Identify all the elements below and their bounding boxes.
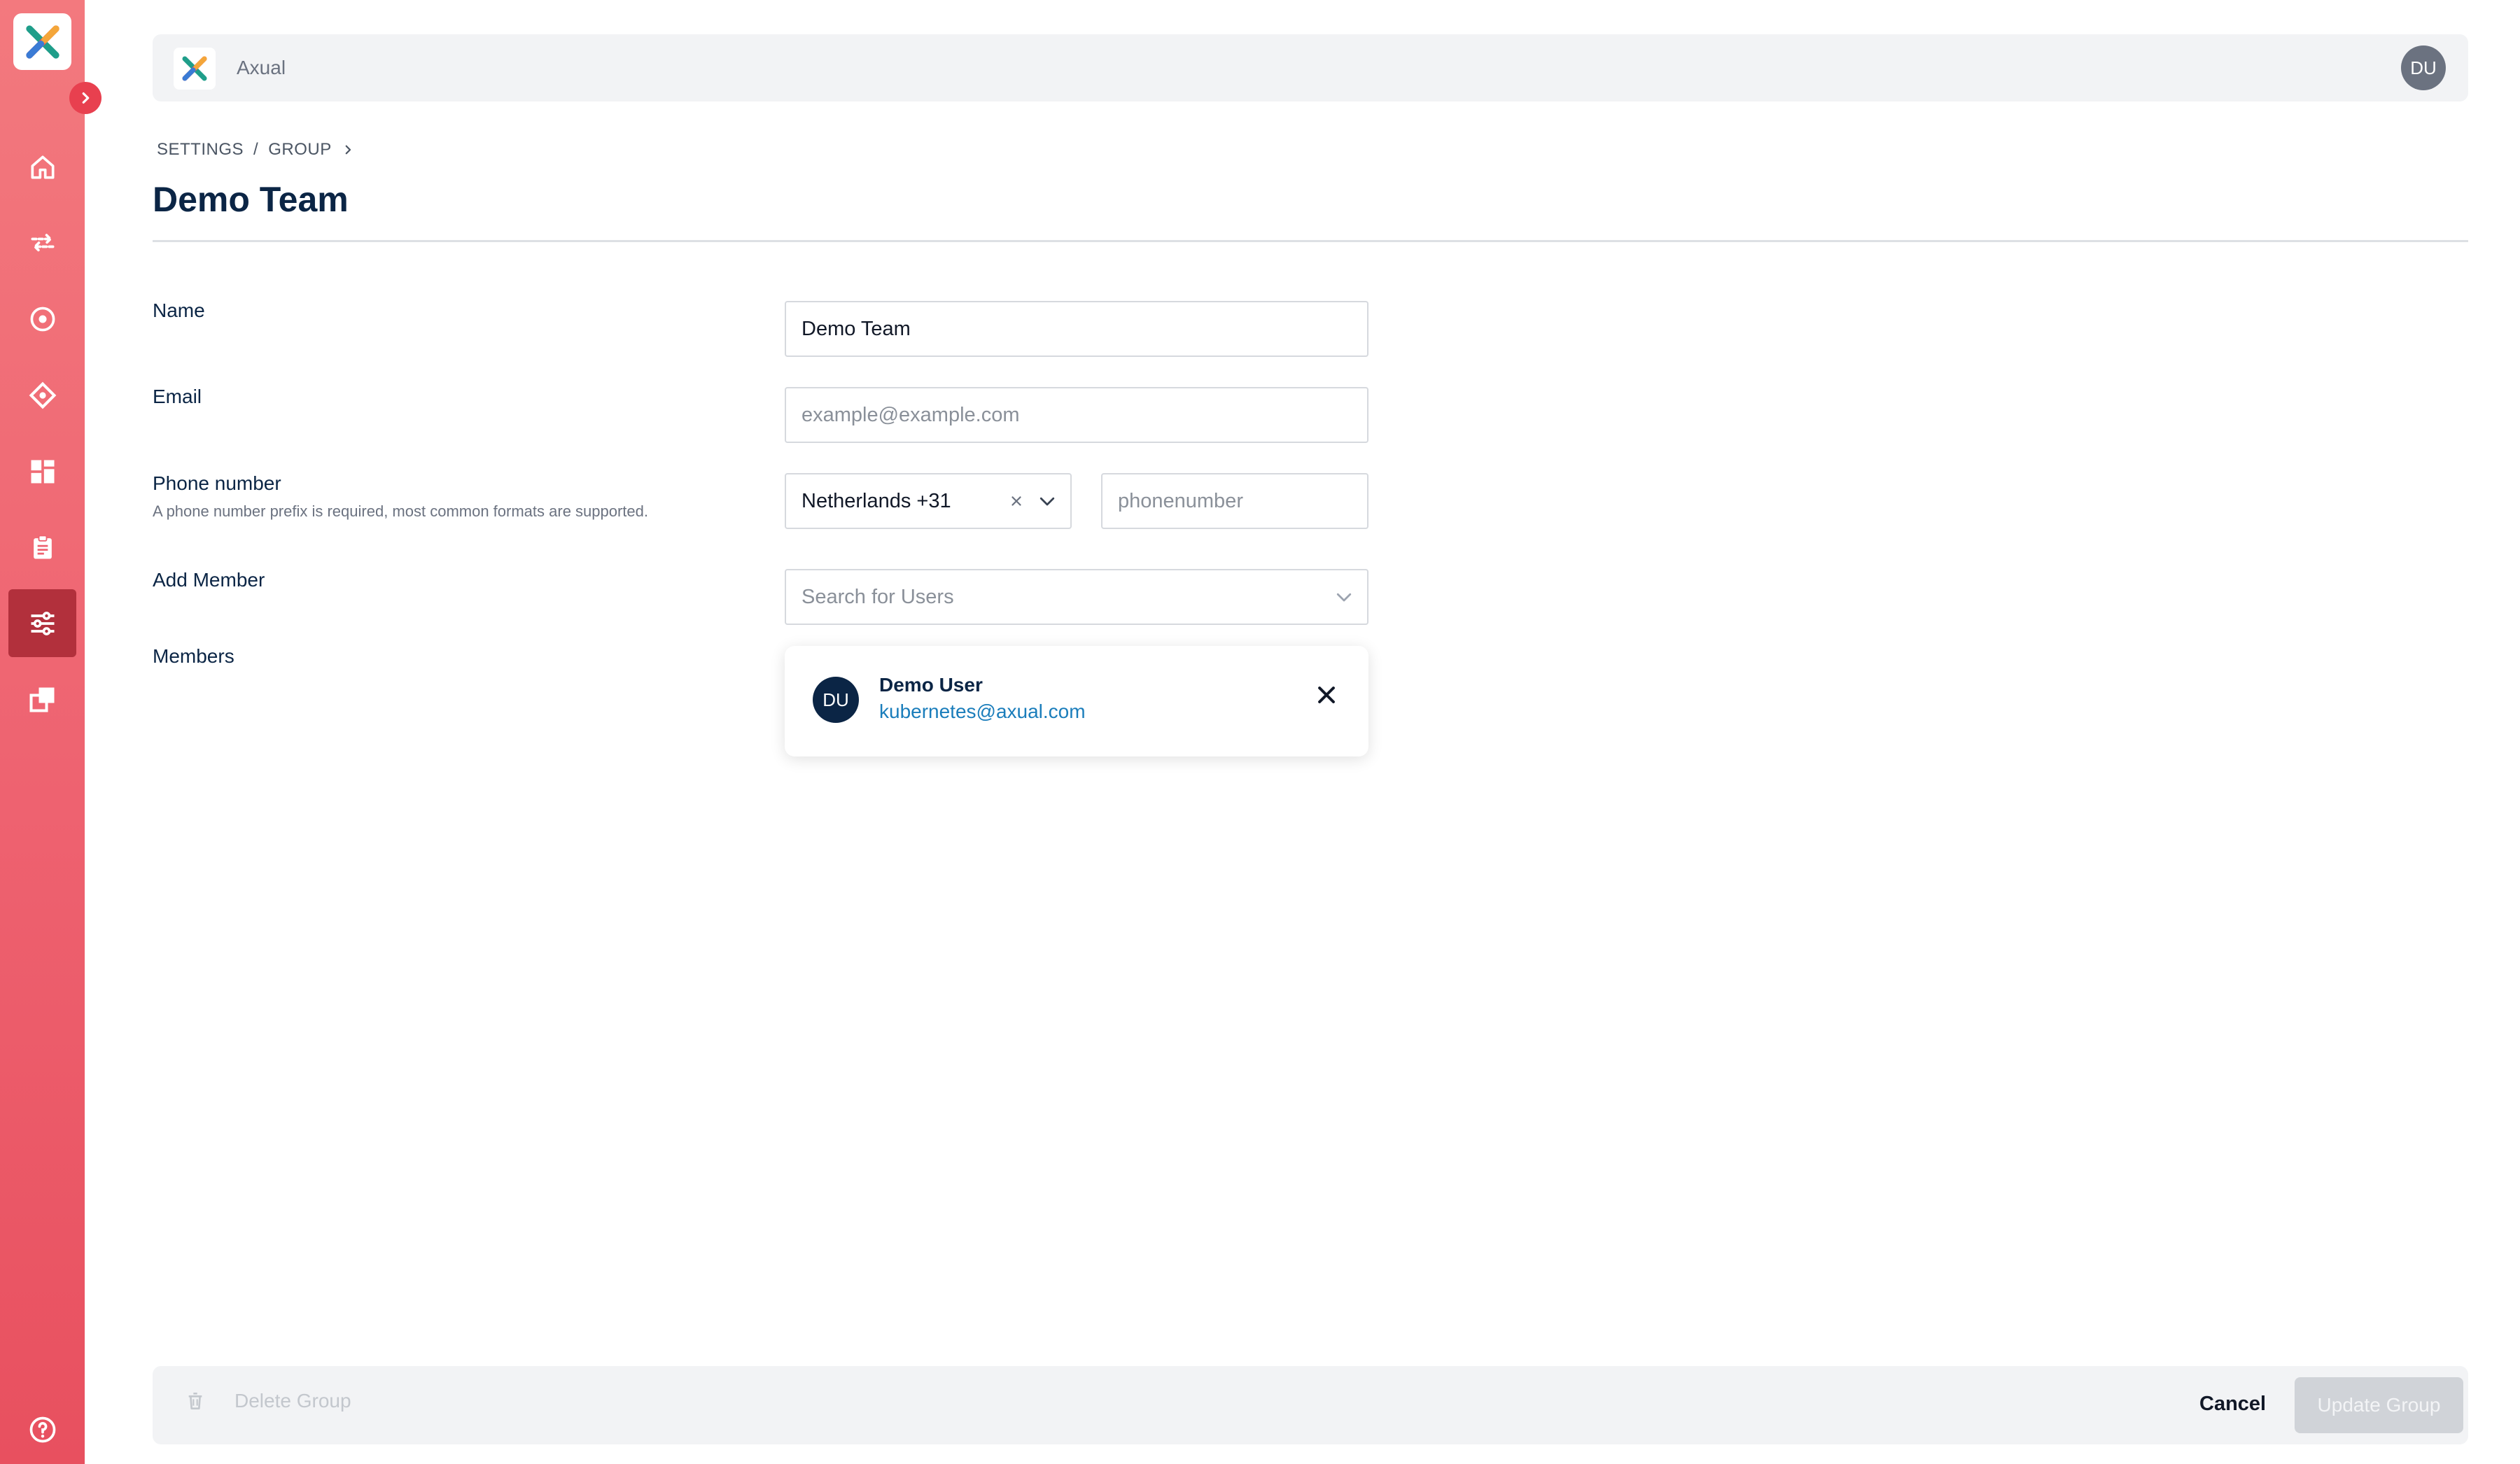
home-icon: [31, 155, 54, 178]
breadcrumb: SETTINGS / GROUP: [157, 140, 354, 160]
trash-icon: [188, 1393, 202, 1409]
app-logo[interactable]: [174, 48, 216, 90]
member-avatar: DU: [813, 677, 859, 723]
name-input[interactable]: Demo Team: [785, 301, 1368, 357]
breadcrumb-item-group[interactable]: GROUP: [268, 140, 332, 160]
axual-logo-icon: [182, 56, 207, 81]
phone-number-placeholder: phonenumber: [1118, 489, 1243, 512]
chevron-down-icon[interactable]: [1037, 491, 1058, 512]
name-label: Name: [153, 300, 205, 321]
sidebar-item-clipboard[interactable]: [8, 513, 76, 581]
sidebar-item-streams[interactable]: [8, 209, 76, 276]
member-email[interactable]: kubernetes@axual.com: [879, 701, 1086, 723]
sidebar-item-diamond[interactable]: [8, 361, 76, 429]
sidebar-expand-button[interactable]: [69, 82, 102, 114]
chevron-right-icon: [82, 92, 90, 104]
sidebar-item-settings[interactable]: [8, 589, 76, 657]
remove-member-button[interactable]: [1312, 681, 1340, 709]
name-input-value: Demo Team: [802, 317, 911, 340]
sidebar-item-copy[interactable]: [8, 665, 76, 733]
breadcrumb-item-settings[interactable]: SETTINGS: [157, 140, 244, 160]
clipboard-icon: [33, 535, 52, 558]
phone-hint: A phone number prefix is required, most …: [153, 502, 649, 520]
sidebar: [0, 0, 85, 1464]
add-member-label: Add Member: [153, 569, 265, 591]
member-name: Demo User: [879, 674, 983, 696]
email-placeholder: example@example.com: [802, 403, 1020, 426]
user-avatar[interactable]: DU: [2401, 45, 2446, 90]
chevron-down-icon[interactable]: [1334, 586, 1354, 607]
title-divider: [153, 240, 2468, 242]
user-search-select[interactable]: Search for Users: [785, 569, 1368, 625]
email-label: Email: [153, 386, 202, 407]
help-icon: [29, 1416, 55, 1443]
user-search-placeholder: Search for Users: [802, 585, 954, 608]
delete-group-label: Delete Group: [234, 1390, 351, 1412]
sidebar-item-home[interactable]: [8, 133, 76, 201]
streams-icon: [31, 233, 54, 252]
email-field[interactable]: example@example.com: [785, 387, 1368, 443]
settings-sliders-icon: [31, 611, 54, 635]
app-name: Axual: [237, 57, 286, 78]
country-select[interactable]: Netherlands +31: [785, 473, 1072, 529]
grid-icon: [31, 460, 54, 483]
page-title: Demo Team: [153, 180, 349, 219]
chevron-right-icon: [345, 145, 351, 155]
diamond-icon: [29, 381, 56, 409]
delete-group-button[interactable]: Delete Group: [184, 1390, 351, 1412]
sidebar-item-help[interactable]: [8, 1405, 76, 1455]
cancel-button[interactable]: Cancel: [2199, 1393, 2266, 1416]
breadcrumb-separator: /: [253, 140, 259, 159]
header-bar: Axual DU: [153, 34, 2468, 101]
sidebar-item-target[interactable]: [8, 285, 76, 353]
phone-label: Phone number: [153, 472, 281, 494]
close-icon: [1318, 687, 1335, 703]
members-label: Members: [153, 645, 234, 667]
update-group-button[interactable]: Update Group: [2295, 1377, 2463, 1433]
axual-logo[interactable]: [13, 13, 71, 70]
target-icon: [30, 307, 55, 331]
phone-number-field[interactable]: phonenumber: [1101, 473, 1368, 529]
country-select-value: Netherlands +31: [802, 489, 951, 512]
clear-icon[interactable]: [1009, 493, 1024, 509]
member-card: DU Demo User kubernetes@axual.com: [785, 646, 1368, 756]
sidebar-item-grid[interactable]: [8, 437, 76, 505]
footer-bar: Delete Group Cancel Update Group: [153, 1366, 2468, 1444]
copy-icon: [29, 687, 54, 712]
